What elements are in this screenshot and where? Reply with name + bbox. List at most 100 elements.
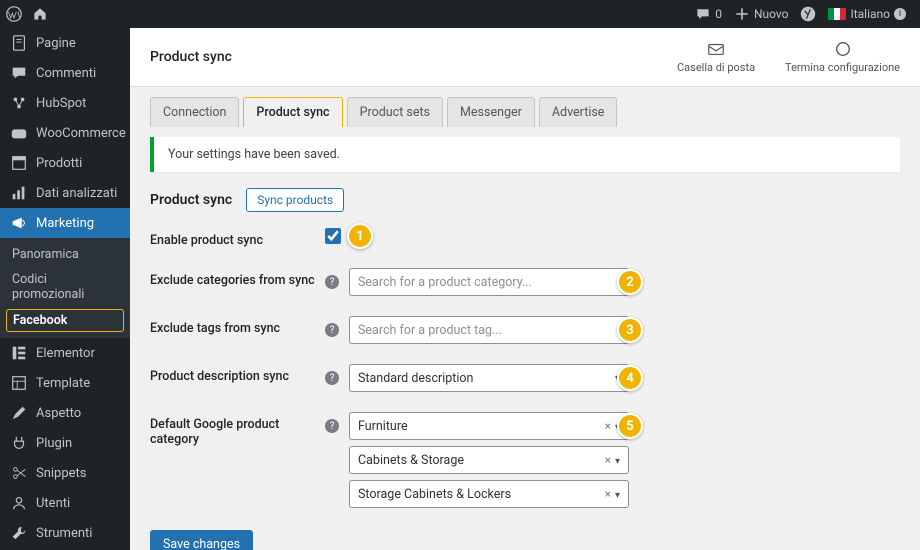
help-icon[interactable]: ?: [325, 275, 339, 289]
sidebar-item-label: Elementor: [36, 346, 95, 361]
google-category-label: Default Google product category: [150, 412, 315, 447]
woo-icon: [10, 124, 28, 142]
product-icon: [10, 154, 28, 172]
help-icon[interactable]: ?: [325, 419, 339, 433]
tab-advertise[interactable]: Advertise: [539, 97, 618, 127]
sidebar-item-commenti[interactable]: Commenti: [0, 58, 130, 88]
page-icon: [10, 34, 28, 52]
admin-sidebar: Pagine Commenti HubSpot WooCommerce Prodotti…: [0, 28, 130, 550]
clear-icon[interactable]: ×: [605, 487, 611, 501]
sidebar-item-template[interactable]: Template: [0, 368, 130, 398]
plugin-icon: [10, 434, 28, 452]
sidebar-item-woocommerce[interactable]: WooCommerce: [0, 118, 130, 148]
sidebar-item-utenti[interactable]: Utenti: [0, 488, 130, 518]
settings-tabs: ConnectionProduct syncProduct setsMessen…: [130, 87, 920, 127]
sidebar-item-aspetto[interactable]: Aspetto: [0, 398, 130, 428]
tools-icon: [10, 524, 28, 542]
sidebar-item-label: Marketing: [36, 216, 94, 231]
comments-count: 0: [715, 7, 722, 21]
exclude-categories-input[interactable]: [349, 268, 629, 296]
new-label: Nuovo: [754, 7, 789, 21]
wordpress-icon[interactable]: [6, 6, 22, 22]
sidebar-item-marketing[interactable]: Marketing: [0, 208, 130, 238]
callout-3: 3: [617, 317, 643, 343]
enable-sync-checkbox[interactable]: [325, 228, 341, 244]
sidebar-item-prodotti[interactable]: Prodotti: [0, 148, 130, 178]
finish-setup-button[interactable]: Termina configurazione: [785, 40, 900, 74]
sidebar-item-label: Commenti: [36, 66, 96, 81]
chevron-down-icon: ▾: [615, 456, 620, 467]
finish-label: Termina configurazione: [785, 61, 900, 74]
google-category-select[interactable]: Furniture×▾: [349, 412, 629, 440]
sidebar-item-label: Strumenti: [36, 526, 92, 541]
clear-icon[interactable]: ×: [605, 453, 611, 467]
brush-icon: [10, 404, 28, 422]
help-icon[interactable]: ?: [325, 323, 339, 337]
language-label: Italiano: [850, 7, 890, 21]
hubspot-icon: [10, 94, 28, 112]
select-value: Furniture: [358, 419, 408, 434]
save-changes-button[interactable]: Save changes: [150, 530, 253, 550]
sidebar-item-elementor[interactable]: Elementor: [0, 338, 130, 368]
comment-icon: [10, 64, 28, 82]
section-title: Product sync: [150, 192, 232, 208]
mail-icon: [707, 40, 725, 58]
success-notice: Your settings have been saved.: [150, 137, 900, 172]
sidebar-item-label: Aspetto: [36, 406, 81, 421]
select-value: Cabinets & Storage: [358, 453, 464, 468]
sync-products-button[interactable]: Sync products: [246, 188, 344, 212]
analytics-icon: [10, 184, 28, 202]
google-category-select[interactable]: Storage Cabinets & Lockers × ▾: [349, 480, 629, 508]
tab-connection[interactable]: Connection: [150, 97, 239, 127]
home-icon[interactable]: [32, 6, 48, 22]
sidebar-item-label: HubSpot: [36, 96, 86, 111]
italy-flag-icon: [828, 8, 846, 20]
yoast-icon[interactable]: [800, 6, 816, 22]
callout-2: 2: [617, 269, 643, 295]
megaphone-icon: [10, 214, 28, 232]
circle-icon: [834, 40, 852, 58]
comment-icon: [695, 6, 711, 22]
sidebar-item-label: Pagine: [36, 36, 76, 51]
description-sync-label: Product description sync: [150, 364, 315, 384]
sidebar-item-label: Prodotti: [36, 156, 82, 171]
exclude-tags-label: Exclude tags from sync: [150, 316, 315, 336]
page-title: Product sync: [150, 49, 232, 65]
sidebar-item-label: WooCommerce: [36, 126, 126, 141]
sidebar-sub-panoramica[interactable]: Panoramica: [0, 242, 130, 267]
sidebar-item-strumenti[interactable]: Strumenti: [0, 518, 130, 548]
inbox-label: Casella di posta: [677, 61, 755, 74]
sidebar-item-label: Dati analizzati: [36, 186, 117, 201]
callout-4: 4: [617, 365, 643, 391]
sidebar-item-plugin[interactable]: Plugin: [0, 428, 130, 458]
new-content-button[interactable]: Nuovo: [734, 6, 789, 22]
select-value: Standard description: [358, 371, 473, 386]
sidebar-item-label: Snippets: [36, 466, 87, 481]
comments-indicator[interactable]: 0: [695, 6, 722, 22]
clear-icon[interactable]: ×: [605, 419, 611, 433]
sidebar-item-snippets[interactable]: Snippets: [0, 458, 130, 488]
inbox-button[interactable]: Casella di posta: [677, 40, 755, 74]
sidebar-sub-facebook[interactable]: Facebook: [6, 309, 124, 332]
chevron-down-icon: ▾: [615, 490, 620, 501]
users-icon: [10, 494, 28, 512]
description-sync-select[interactable]: Standard description ▾: [349, 364, 629, 392]
sidebar-sub-codici-promozionali[interactable]: Codici promozionali: [0, 267, 130, 307]
scissors-icon: [10, 464, 28, 482]
callout-1: 1: [347, 223, 373, 249]
sidebar-submenu: PanoramicaCodici promozionaliFacebook: [0, 238, 130, 338]
exclude-tags-input[interactable]: [349, 316, 629, 344]
sidebar-item-hubspot[interactable]: HubSpot: [0, 88, 130, 118]
sidebar-item-pagine[interactable]: Pagine: [0, 28, 130, 58]
tab-messenger[interactable]: Messenger: [447, 97, 535, 127]
exclude-categories-label: Exclude categories from sync: [150, 268, 315, 288]
tab-product-sets[interactable]: Product sets: [347, 97, 443, 127]
google-category-select[interactable]: Cabinets & Storage × ▾: [349, 446, 629, 474]
select-value: Storage Cabinets & Lockers: [358, 487, 511, 502]
language-switcher[interactable]: Italiano i: [828, 7, 906, 21]
main-content: Product sync Casella di posta Termina co…: [130, 28, 920, 550]
callout-5: 5: [617, 413, 643, 439]
help-icon[interactable]: ?: [325, 371, 339, 385]
sidebar-item-dati-analizzati[interactable]: Dati analizzati: [0, 178, 130, 208]
tab-product-sync[interactable]: Product sync: [243, 97, 342, 127]
